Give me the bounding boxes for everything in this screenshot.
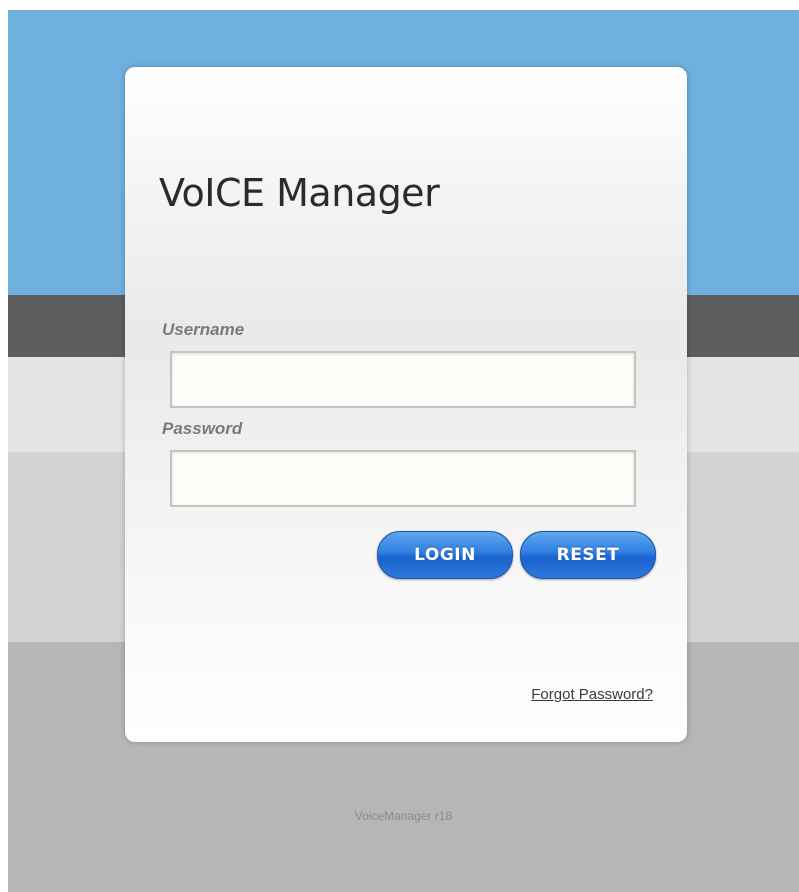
reset-button[interactable]: RESET xyxy=(520,531,656,579)
page-frame: VoICE Manager Username Password LOGIN RE… xyxy=(8,10,799,892)
app-title: VoICE Manager xyxy=(159,171,440,215)
forgot-password-link[interactable]: Forgot Password? xyxy=(531,686,653,703)
password-label: Password xyxy=(162,419,243,438)
username-input[interactable] xyxy=(170,351,636,408)
login-card: VoICE Manager Username Password LOGIN RE… xyxy=(125,67,687,742)
username-label: Username xyxy=(162,320,245,339)
password-input[interactable] xyxy=(170,450,636,507)
version-text: VoiceManager r18 xyxy=(354,809,453,823)
login-button[interactable]: LOGIN xyxy=(377,531,513,579)
